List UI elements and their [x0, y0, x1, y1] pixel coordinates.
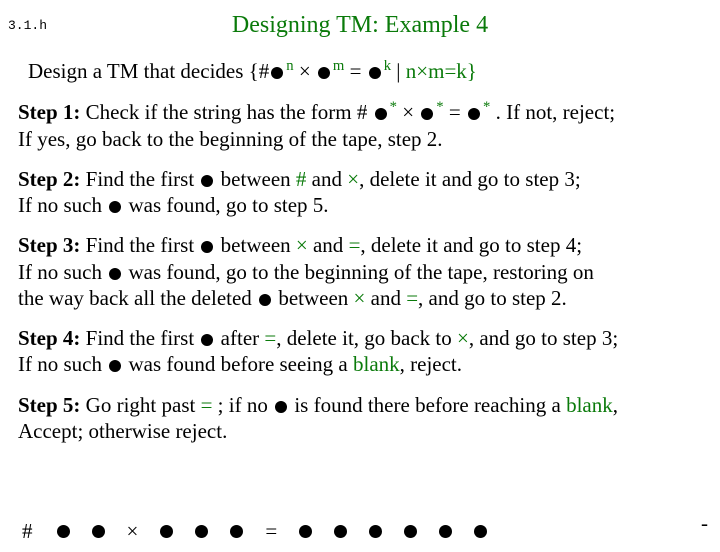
- text: Find the first: [80, 326, 199, 350]
- text: the way back all the deleted: [18, 286, 257, 310]
- times-sym: ×: [457, 326, 469, 350]
- dot-icon: [275, 401, 287, 413]
- exp-m: m: [333, 58, 344, 74]
- text: , reject.: [400, 352, 462, 376]
- step-label: Step 1:: [18, 100, 80, 124]
- design-statement: Design a TM that decides {# n × m = k | n…: [28, 57, 702, 84]
- text: , delete it and go to step 4;: [360, 233, 582, 257]
- dot-icon: [109, 201, 121, 213]
- text: Accept; otherwise reject.: [18, 419, 227, 443]
- dot-icon: [201, 334, 213, 346]
- star: *: [390, 99, 397, 115]
- tape-dash: -: [701, 511, 708, 536]
- step-3: Step 3: Find the first between × and =, …: [18, 232, 702, 311]
- text: was found, go to the beginning of the ta…: [123, 260, 594, 284]
- step-label: Step 3:: [18, 233, 80, 257]
- text: If no such: [18, 260, 107, 284]
- tape-times: ×: [127, 519, 139, 544]
- step-label: Step 4:: [18, 326, 80, 350]
- dot-icon: [92, 525, 105, 538]
- text: . If not, reject;: [490, 100, 615, 124]
- dot-icon: [259, 294, 271, 306]
- blank-word: blank: [353, 352, 400, 376]
- dot-icon: [57, 525, 70, 538]
- text: and: [365, 286, 406, 310]
- page-title: Designing TM: Example 4: [120, 12, 600, 39]
- dot-icon: [299, 525, 312, 538]
- text: If no such: [18, 352, 107, 376]
- dot-icon: [201, 175, 213, 187]
- text: , and go to step 2.: [418, 286, 567, 310]
- step-2: Step 2: Find the first between # and ×, …: [18, 166, 702, 219]
- text: , and go to step 3;: [469, 326, 618, 350]
- text: , delete it, go back to: [276, 326, 457, 350]
- eq-sym: =: [444, 100, 466, 124]
- content: Design a TM that decides {# n × m = k | n…: [0, 57, 720, 444]
- eq-sym: =: [264, 326, 276, 350]
- dot-icon: [201, 241, 213, 253]
- dot-icon: [369, 67, 381, 79]
- text: ; if no: [212, 393, 273, 417]
- times-sym: ×: [294, 59, 316, 83]
- dot-icon: [439, 525, 452, 538]
- dot-icon: [404, 525, 417, 538]
- text: Find the first: [80, 167, 199, 191]
- step-1: Step 1: Check if the string has the form…: [18, 98, 702, 152]
- text: ,: [613, 393, 618, 417]
- tape-hash: #: [22, 519, 33, 544]
- eq-sym: =: [406, 286, 418, 310]
- eq-sym: =: [349, 233, 361, 257]
- text: between: [215, 167, 295, 191]
- dot-icon: [230, 525, 243, 538]
- condition: n×m=k}: [406, 59, 477, 83]
- star: *: [436, 99, 443, 115]
- dot-icon: [109, 268, 121, 280]
- dot-icon: [369, 525, 382, 538]
- text: between: [273, 286, 353, 310]
- text: and: [308, 233, 349, 257]
- text: Check if the string has the form #: [80, 100, 372, 124]
- dot-icon: [474, 525, 487, 538]
- blank-word: blank: [566, 393, 613, 417]
- eq-sym: =: [201, 393, 213, 417]
- times-sym: ×: [354, 286, 366, 310]
- eq-sym: =: [344, 59, 366, 83]
- text: and: [306, 167, 347, 191]
- step-4: Step 4: Find the first after =, delete i…: [18, 325, 702, 378]
- dot-icon: [195, 525, 208, 538]
- times-sym: ×: [397, 100, 419, 124]
- tape-eq: =: [265, 519, 277, 544]
- exp-n: n: [286, 58, 293, 74]
- exp-k: k: [384, 58, 391, 74]
- text: Find the first: [80, 233, 199, 257]
- text: If yes, go back to the beginning of the …: [18, 127, 443, 151]
- step-label: Step 2:: [18, 167, 80, 191]
- text: , delete it and go to step 3;: [359, 167, 581, 191]
- dot-icon: [109, 360, 121, 372]
- hash-sym: #: [296, 167, 307, 191]
- text: between: [215, 233, 295, 257]
- tape-row: # × =: [22, 519, 720, 544]
- dot-icon: [271, 67, 283, 79]
- dot-icon: [334, 525, 347, 538]
- text: was found before seeing a: [123, 352, 353, 376]
- dot-icon: [375, 108, 387, 120]
- text: Go right past: [80, 393, 200, 417]
- slide-number: 3.1.h: [8, 18, 47, 33]
- step-5: Step 5: Go right past = ; if no is found…: [18, 392, 702, 445]
- text: was found, go to step 5.: [123, 193, 328, 217]
- design-prefix: Design a TM that decides {#: [28, 59, 269, 83]
- step-label: Step 5:: [18, 393, 80, 417]
- dot-icon: [318, 67, 330, 79]
- times-sym: ×: [347, 167, 359, 191]
- dot-icon: [468, 108, 480, 120]
- times-sym: ×: [296, 233, 308, 257]
- dot-icon: [160, 525, 173, 538]
- bar-sym: |: [391, 59, 406, 83]
- text: is found there before reaching a: [289, 393, 566, 417]
- text: after: [215, 326, 264, 350]
- dot-icon: [421, 108, 433, 120]
- text: If no such: [18, 193, 107, 217]
